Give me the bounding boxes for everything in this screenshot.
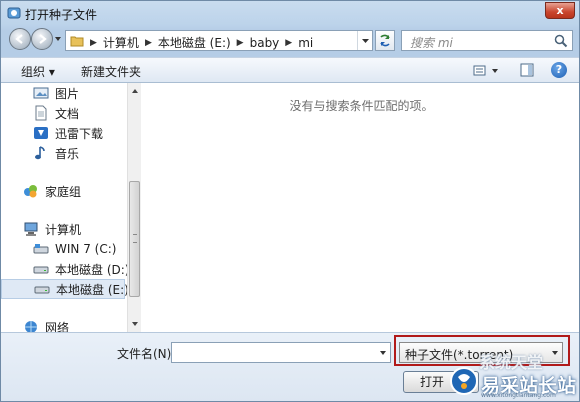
folder-icon <box>70 36 84 47</box>
main-area: 图片 文档 迅雷下载 音乐 家庭组 计算机 WIN 7 (C:) 本地磁盘 (D… <box>1 83 579 332</box>
organize-button[interactable]: 组织 ▾ <box>21 63 55 80</box>
command-toolbar: 组织 ▾ 新建文件夹 ? <box>1 57 579 83</box>
nav-item-label: 图片 <box>55 86 80 101</box>
close-button[interactable]: x <box>545 2 575 19</box>
homegroup-icon <box>24 185 37 198</box>
nav-item-computer[interactable]: 计算机 <box>1 219 125 239</box>
nav-item-label: 文档 <box>55 106 80 121</box>
forward-button[interactable] <box>31 28 53 50</box>
watermark-url: www.xitongtiantang.com <box>481 392 556 399</box>
chevron-down-icon[interactable] <box>379 349 387 357</box>
back-button[interactable] <box>9 28 31 50</box>
search-icon[interactable] <box>554 34 568 48</box>
nav-item-label: 本地磁盘 (D:) <box>55 262 127 277</box>
breadcrumb-chevron-icon[interactable]: ▶ <box>237 38 244 48</box>
nav-item-drive-c[interactable]: WIN 7 (C:) <box>1 239 125 259</box>
address-row: ▶ 计算机 ▶ 本地磁盘 (E:) ▶ baby ▶ mi 搜索 mi <box>1 25 579 55</box>
drive-icon <box>33 266 49 274</box>
nav-item-homegroup[interactable]: 家庭组 <box>1 181 125 201</box>
breadcrumb-chevron-icon[interactable]: ▶ <box>90 38 97 48</box>
drive-icon <box>34 286 50 294</box>
scroll-down-icon[interactable] <box>131 320 139 328</box>
nav-item-label: 音乐 <box>55 146 80 161</box>
title-bar: 打开种子文件 x <box>1 1 579 25</box>
recent-pages-chevron-icon[interactable] <box>54 35 62 43</box>
nav-item-drive-e[interactable]: 本地磁盘 (E:) <box>1 279 127 299</box>
nav-item-label: 本地磁盘 (E:) <box>56 282 127 297</box>
nav-pane-scrollbar[interactable] <box>127 83 141 332</box>
breadcrumb-chevron-icon[interactable]: ▶ <box>145 38 152 48</box>
refresh-button[interactable] <box>375 30 395 51</box>
filename-label: 文件名(N): <box>117 347 176 361</box>
address-bar[interactable]: ▶ 计算机 ▶ 本地磁盘 (E:) ▶ baby ▶ mi <box>65 30 373 51</box>
nav-item-label: 迅雷下载 <box>55 126 104 141</box>
nav-item-label: 家庭组 <box>45 184 82 199</box>
filename-combobox[interactable] <box>171 342 391 363</box>
forward-arrow-icon <box>39 34 47 44</box>
network-icon <box>25 321 37 332</box>
thunder-download-icon <box>34 127 48 139</box>
breadcrumb-item[interactable]: 本地磁盘 (E:) <box>158 34 231 51</box>
filename-input[interactable] <box>172 343 372 362</box>
nav-item-label: 网络 <box>45 320 70 333</box>
nav-item-label: 计算机 <box>45 222 82 237</box>
app-icon <box>7 7 21 19</box>
nav-item-pictures[interactable]: 图片 <box>1 83 125 103</box>
watermark-text: 系统天堂 <box>479 353 544 372</box>
breadcrumb: ▶ 计算机 ▶ 本地磁盘 (E:) ▶ baby ▶ mi <box>88 34 317 51</box>
search-box[interactable]: 搜索 mi <box>401 30 573 51</box>
back-arrow-icon <box>15 34 23 44</box>
breadcrumb-chevron-icon[interactable]: ▶ <box>285 38 292 48</box>
scroll-up-icon[interactable] <box>131 87 139 95</box>
breadcrumb-item[interactable]: mi <box>298 36 313 50</box>
refresh-icon <box>380 34 390 47</box>
scrollbar-grip <box>133 234 137 243</box>
nav-item-documents[interactable]: 文档 <box>1 103 125 123</box>
view-options-icon[interactable] <box>472 63 502 79</box>
scrollbar-thumb[interactable] <box>129 181 140 297</box>
computer-icon <box>24 222 38 236</box>
preview-pane-icon[interactable] <box>520 63 534 77</box>
breadcrumb-item[interactable]: 计算机 <box>103 34 139 51</box>
open-torrent-dialog: 打开种子文件 x ▶ 计算机 ▶ 本地磁盘 (E:) ▶ baby ▶ mi 搜… <box>0 0 580 402</box>
file-list[interactable]: 没有与搜索条件匹配的项。 <box>142 83 579 332</box>
pictures-icon <box>33 87 49 99</box>
breadcrumb-item[interactable]: baby <box>250 36 280 50</box>
nav-item-music[interactable]: 音乐 <box>1 143 125 163</box>
navigation-pane[interactable]: 图片 文档 迅雷下载 音乐 家庭组 计算机 WIN 7 (C:) 本地磁盘 (D… <box>1 83 127 332</box>
nav-item-thunder-download[interactable]: 迅雷下载 <box>1 123 125 143</box>
chevron-down-icon <box>362 39 369 43</box>
documents-icon <box>35 105 47 121</box>
nav-item-drive-d[interactable]: 本地磁盘 (D:) <box>1 259 127 279</box>
system-drive-icon <box>33 244 49 254</box>
nav-item-label: WIN 7 (C:) <box>55 242 117 256</box>
nav-item-network[interactable]: 网络 <box>1 317 125 332</box>
watermark-logo-icon <box>450 367 478 395</box>
new-folder-button[interactable]: 新建文件夹 <box>81 63 141 80</box>
help-icon[interactable]: ? <box>551 62 567 78</box>
chevron-down-icon[interactable] <box>551 349 559 357</box>
window-title: 打开种子文件 <box>25 8 98 22</box>
search-placeholder: 搜索 mi <box>410 36 453 50</box>
address-history-dropdown[interactable] <box>357 31 372 50</box>
music-icon <box>35 146 45 160</box>
empty-results-message: 没有与搜索条件匹配的项。 <box>289 99 434 113</box>
